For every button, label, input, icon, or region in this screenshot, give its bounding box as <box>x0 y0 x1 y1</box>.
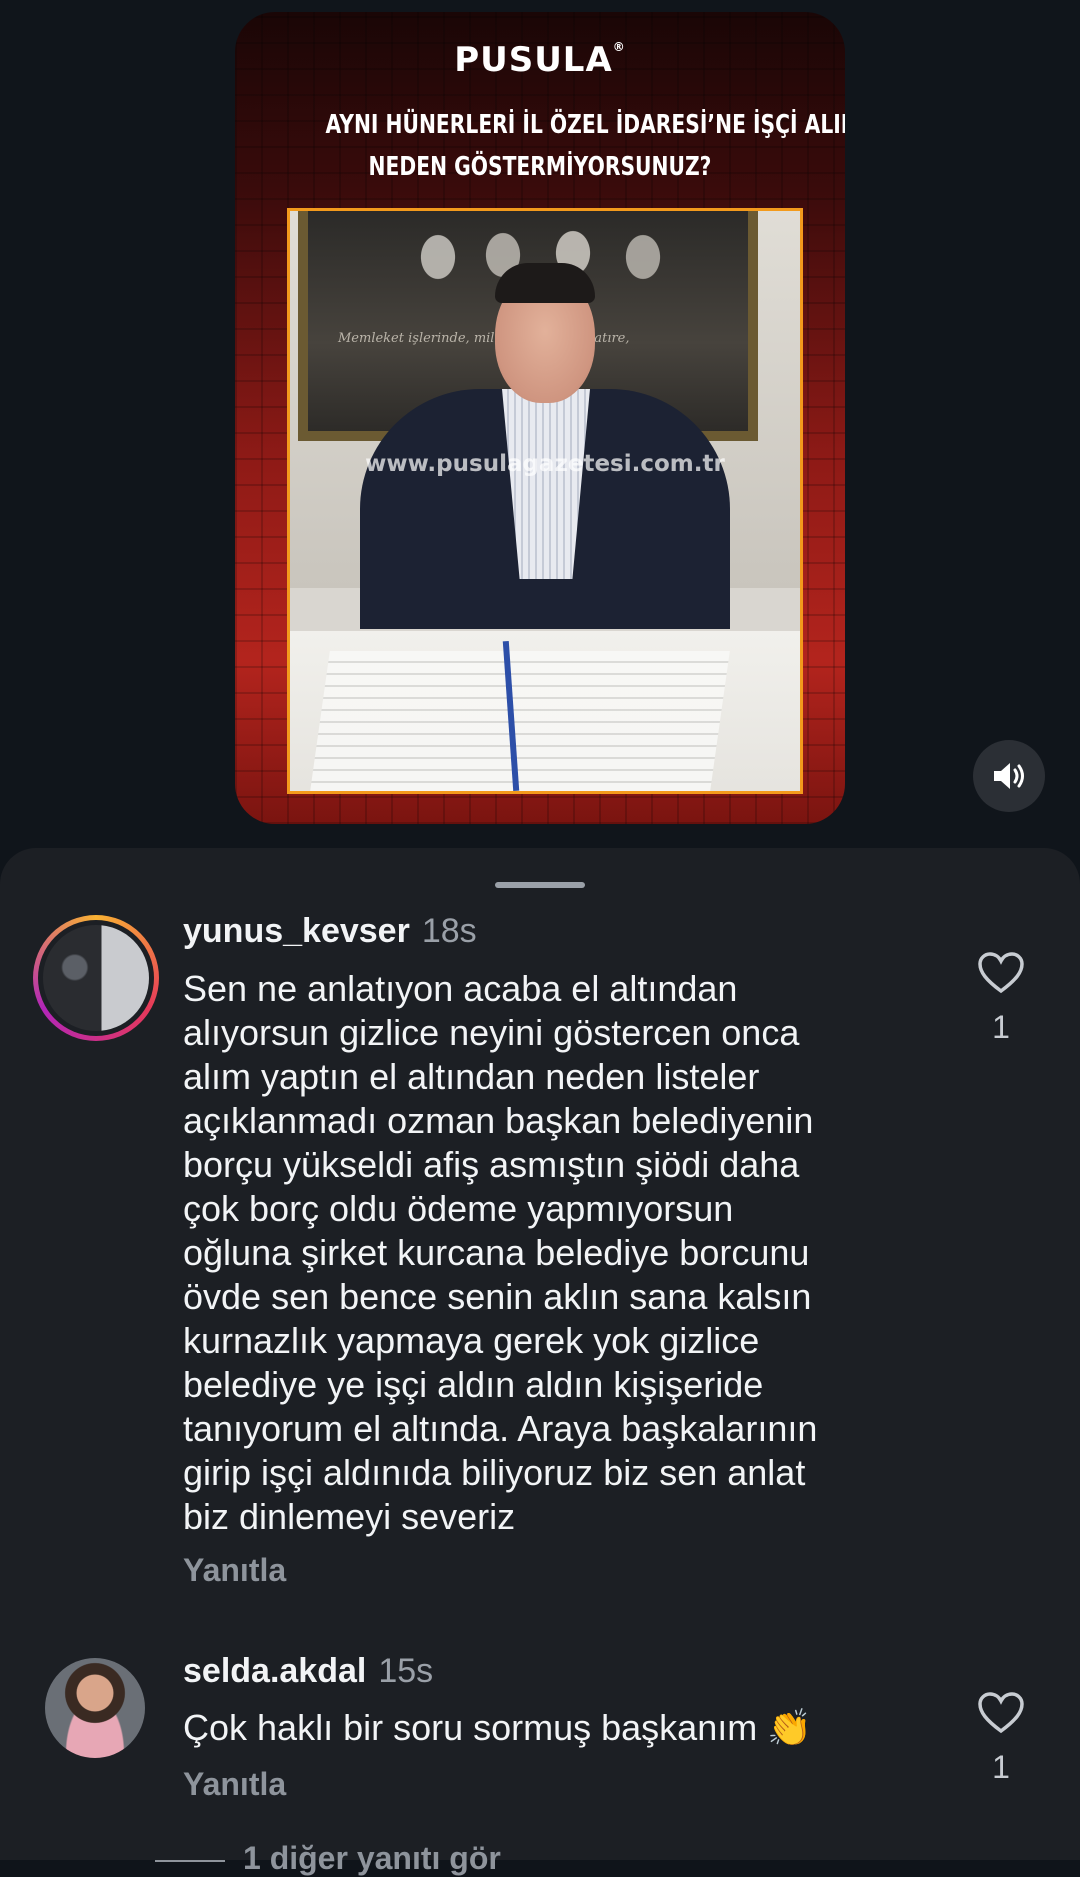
speaker-on-icon <box>994 763 1024 789</box>
like-count: 1 <box>992 1749 1010 1785</box>
like-control: 1 <box>975 1692 1027 1786</box>
headline-line-1: AYNI HÜNERLERİ İL ÖZEL İDARESİ’NE İŞÇİ A… <box>325 110 846 140</box>
avatar <box>43 925 149 1031</box>
brand-registered-mark: ® <box>612 40 626 54</box>
heart-icon[interactable] <box>978 1692 1024 1734</box>
avatar[interactable] <box>45 1658 145 1758</box>
video-watermark: www.pusulagazetesi.com.tr <box>365 451 725 477</box>
brand-logo: PUSULA® <box>235 40 845 80</box>
reel-thumbnail[interactable]: PUSULA® AYNI HÜNERLERİ İL ÖZEL İDARESİ’N… <box>235 12 845 824</box>
heart-icon[interactable] <box>978 952 1024 994</box>
like-control: 1 <box>975 952 1027 1046</box>
comment-body: Sen ne anlatıyon acaba el altından alıyo… <box>183 968 818 1537</box>
more-replies-label: 1 diğer yanıtı gör <box>243 1840 501 1876</box>
sheet-drag-handle[interactable] <box>495 882 585 888</box>
comment-body: Çok haklı bir soru sormuş başkanım 👏 <box>183 1707 813 1748</box>
speaker-hair <box>495 263 595 303</box>
comment-username[interactable]: yunus_kevser <box>183 912 410 950</box>
comment-timestamp: 15s <box>378 1652 434 1690</box>
sound-toggle-button[interactable] <box>973 740 1045 812</box>
reply-button[interactable]: Yanıtla <box>183 1552 286 1589</box>
avatar-ring-gap <box>38 920 154 1036</box>
comment-timestamp: 18s <box>421 912 477 950</box>
video-frame: Memleket işlerinde, millî ... doygoya, k… <box>287 208 803 794</box>
like-count: 1 <box>992 1009 1010 1045</box>
user-avatar-story-ring[interactable] <box>33 915 159 1041</box>
comment-username-line: selda.akdal 15s <box>183 1652 433 1691</box>
comment-username-line: yunus_kevser 18s <box>183 912 477 951</box>
brand-name: PUSULA <box>454 40 613 80</box>
video-player[interactable]: PUSULA® AYNI HÜNERLERİ İL ÖZEL İDARESİ’N… <box>0 0 1080 850</box>
video-headline: AYNI HÜNERLERİ İL ÖZEL İDARESİ’NE İŞÇİ A… <box>325 104 846 188</box>
view-more-replies-link[interactable]: 1 diğer yanıtı gör <box>155 1840 501 1877</box>
reply-button[interactable]: Yanıtla <box>183 1766 286 1803</box>
headline-line-2: NEDEN GÖSTERMİYORSUNUZ? <box>368 152 712 182</box>
comment-username[interactable]: selda.akdal <box>183 1652 366 1690</box>
desk-papers <box>310 651 730 791</box>
